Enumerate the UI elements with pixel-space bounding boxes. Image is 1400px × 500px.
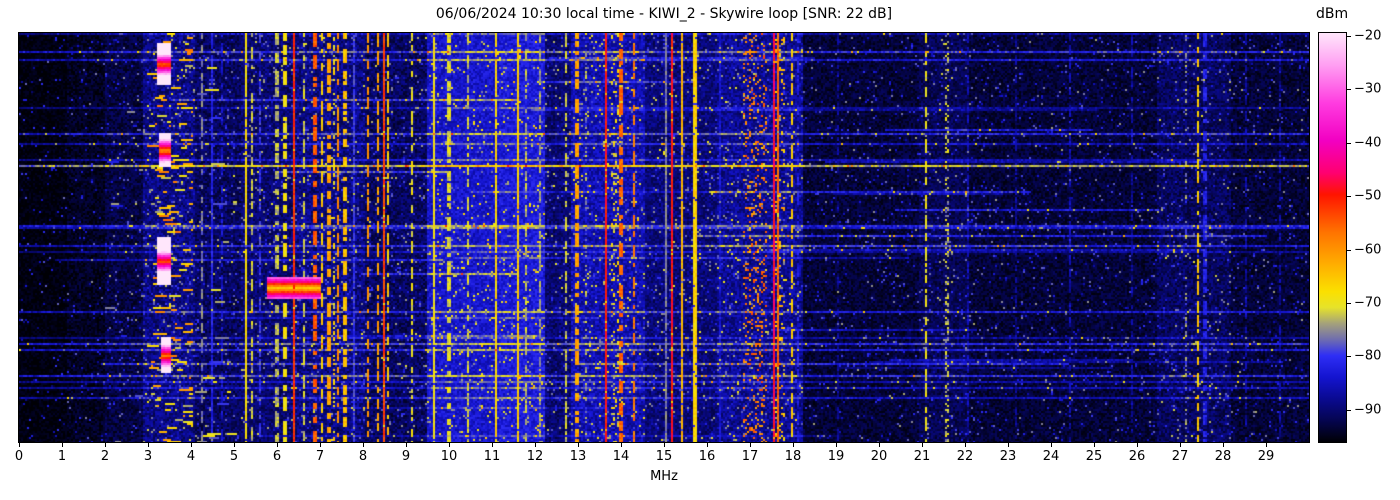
x-tick-label: 5: [229, 449, 239, 464]
x-tick-mark: [1266, 443, 1267, 447]
x-tick-mark: [105, 443, 106, 447]
x-tick-label: 8: [358, 449, 368, 464]
colorbar-tick-mark: [1347, 356, 1351, 358]
x-tick-mark: [148, 443, 149, 447]
x-tick-label: 6: [272, 449, 282, 464]
x-tick-label: 14: [612, 449, 630, 464]
x-tick-mark: [1094, 443, 1095, 447]
colorbar-tick-label: −70: [1354, 295, 1382, 311]
x-tick-label: 13: [569, 449, 587, 464]
x-tick-mark: [965, 443, 966, 447]
x-tick-mark: [879, 443, 880, 447]
x-tick-label: 24: [1042, 449, 1060, 464]
x-tick-label: 21: [913, 449, 931, 464]
colorbar-tick-label: −60: [1354, 242, 1382, 258]
colorbar: [1318, 32, 1347, 443]
x-tick-mark: [750, 443, 751, 447]
colorbar-tick-mark: [1347, 249, 1351, 251]
x-tick-label: 3: [143, 449, 153, 464]
x-tick-label: 7: [315, 449, 325, 464]
x-tick-mark: [19, 443, 20, 447]
x-tick-mark: [234, 443, 235, 447]
x-tick-label: 18: [784, 449, 802, 464]
plot-frame: [18, 32, 1310, 443]
x-tick-mark: [707, 443, 708, 447]
x-tick-label: 12: [526, 449, 544, 464]
colorbar-tick-mark: [1347, 142, 1351, 144]
x-tick-label: 0: [14, 449, 24, 464]
x-tick-mark: [1180, 443, 1181, 447]
colorbar-tick-mark: [1347, 409, 1351, 411]
x-tick-mark: [578, 443, 579, 447]
waterfall-canvas: [19, 33, 1309, 442]
x-tick-label: 10: [440, 449, 458, 464]
x-tick-mark: [1008, 443, 1009, 447]
x-tick-label: 28: [1214, 449, 1232, 464]
x-tick-mark: [1137, 443, 1138, 447]
x-tick-label: 16: [698, 449, 716, 464]
colorbar-tick-label: −50: [1354, 188, 1382, 204]
x-tick-label: 9: [401, 449, 411, 464]
x-tick-label: 22: [956, 449, 974, 464]
x-tick-mark: [492, 443, 493, 447]
x-tick-mark: [535, 443, 536, 447]
colorbar-tick-mark: [1347, 196, 1351, 198]
colorbar-tick-label: −40: [1354, 135, 1382, 151]
x-tick-mark: [320, 443, 321, 447]
colorbar-tick-mark: [1347, 35, 1351, 37]
colorbar-tick-mark: [1347, 89, 1351, 91]
x-tick-mark: [664, 443, 665, 447]
x-axis-label: MHz: [650, 469, 678, 484]
x-tick-mark: [793, 443, 794, 447]
x-tick-mark: [836, 443, 837, 447]
x-tick-label: 29: [1257, 449, 1275, 464]
colorbar-tick-label: −20: [1354, 28, 1382, 44]
x-tick-mark: [406, 443, 407, 447]
x-tick-label: 4: [186, 449, 196, 464]
x-tick-mark: [1051, 443, 1052, 447]
x-tick-mark: [621, 443, 622, 447]
colorbar-tick-mark: [1347, 302, 1351, 304]
x-tick-mark: [449, 443, 450, 447]
x-tick-label: 27: [1171, 449, 1189, 464]
x-tick-label: 17: [741, 449, 759, 464]
x-tick-mark: [363, 443, 364, 447]
x-tick-label: 26: [1128, 449, 1146, 464]
x-tick-mark: [277, 443, 278, 447]
colorbar-tick-label: −90: [1354, 402, 1382, 418]
chart-title: 06/06/2024 10:30 local time - KIWI_2 - S…: [435, 6, 893, 22]
x-tick-label: 19: [827, 449, 845, 464]
x-tick-label: 15: [655, 449, 673, 464]
x-tick-label: 1: [57, 449, 67, 464]
x-tick-mark: [1223, 443, 1224, 447]
x-tick-mark: [191, 443, 192, 447]
x-tick-mark: [922, 443, 923, 447]
colorbar-tick-label: −30: [1354, 81, 1382, 97]
x-tick-label: 25: [1085, 449, 1103, 464]
x-tick-label: 2: [100, 449, 110, 464]
x-tick-label: 23: [999, 449, 1017, 464]
colorbar-label: dBm: [1316, 6, 1349, 22]
x-tick-label: 11: [483, 449, 501, 464]
x-tick-mark: [62, 443, 63, 447]
colorbar-tick-label: −80: [1354, 348, 1382, 364]
colorbar-gradient: [1319, 33, 1346, 442]
x-tick-label: 20: [870, 449, 888, 464]
